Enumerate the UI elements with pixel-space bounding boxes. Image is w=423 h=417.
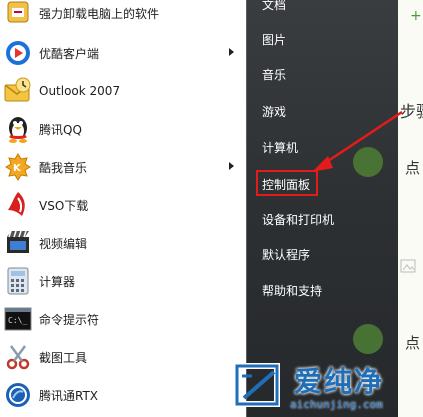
watermark-url: aichunjing.com — [290, 398, 383, 411]
aichunjing-logo-icon — [234, 363, 280, 407]
watermark-brand: 爱纯净 — [294, 365, 385, 398]
annotation-arrow-icon — [312, 110, 403, 172]
watermark: 爱纯净 aichunjing.com — [232, 358, 423, 417]
